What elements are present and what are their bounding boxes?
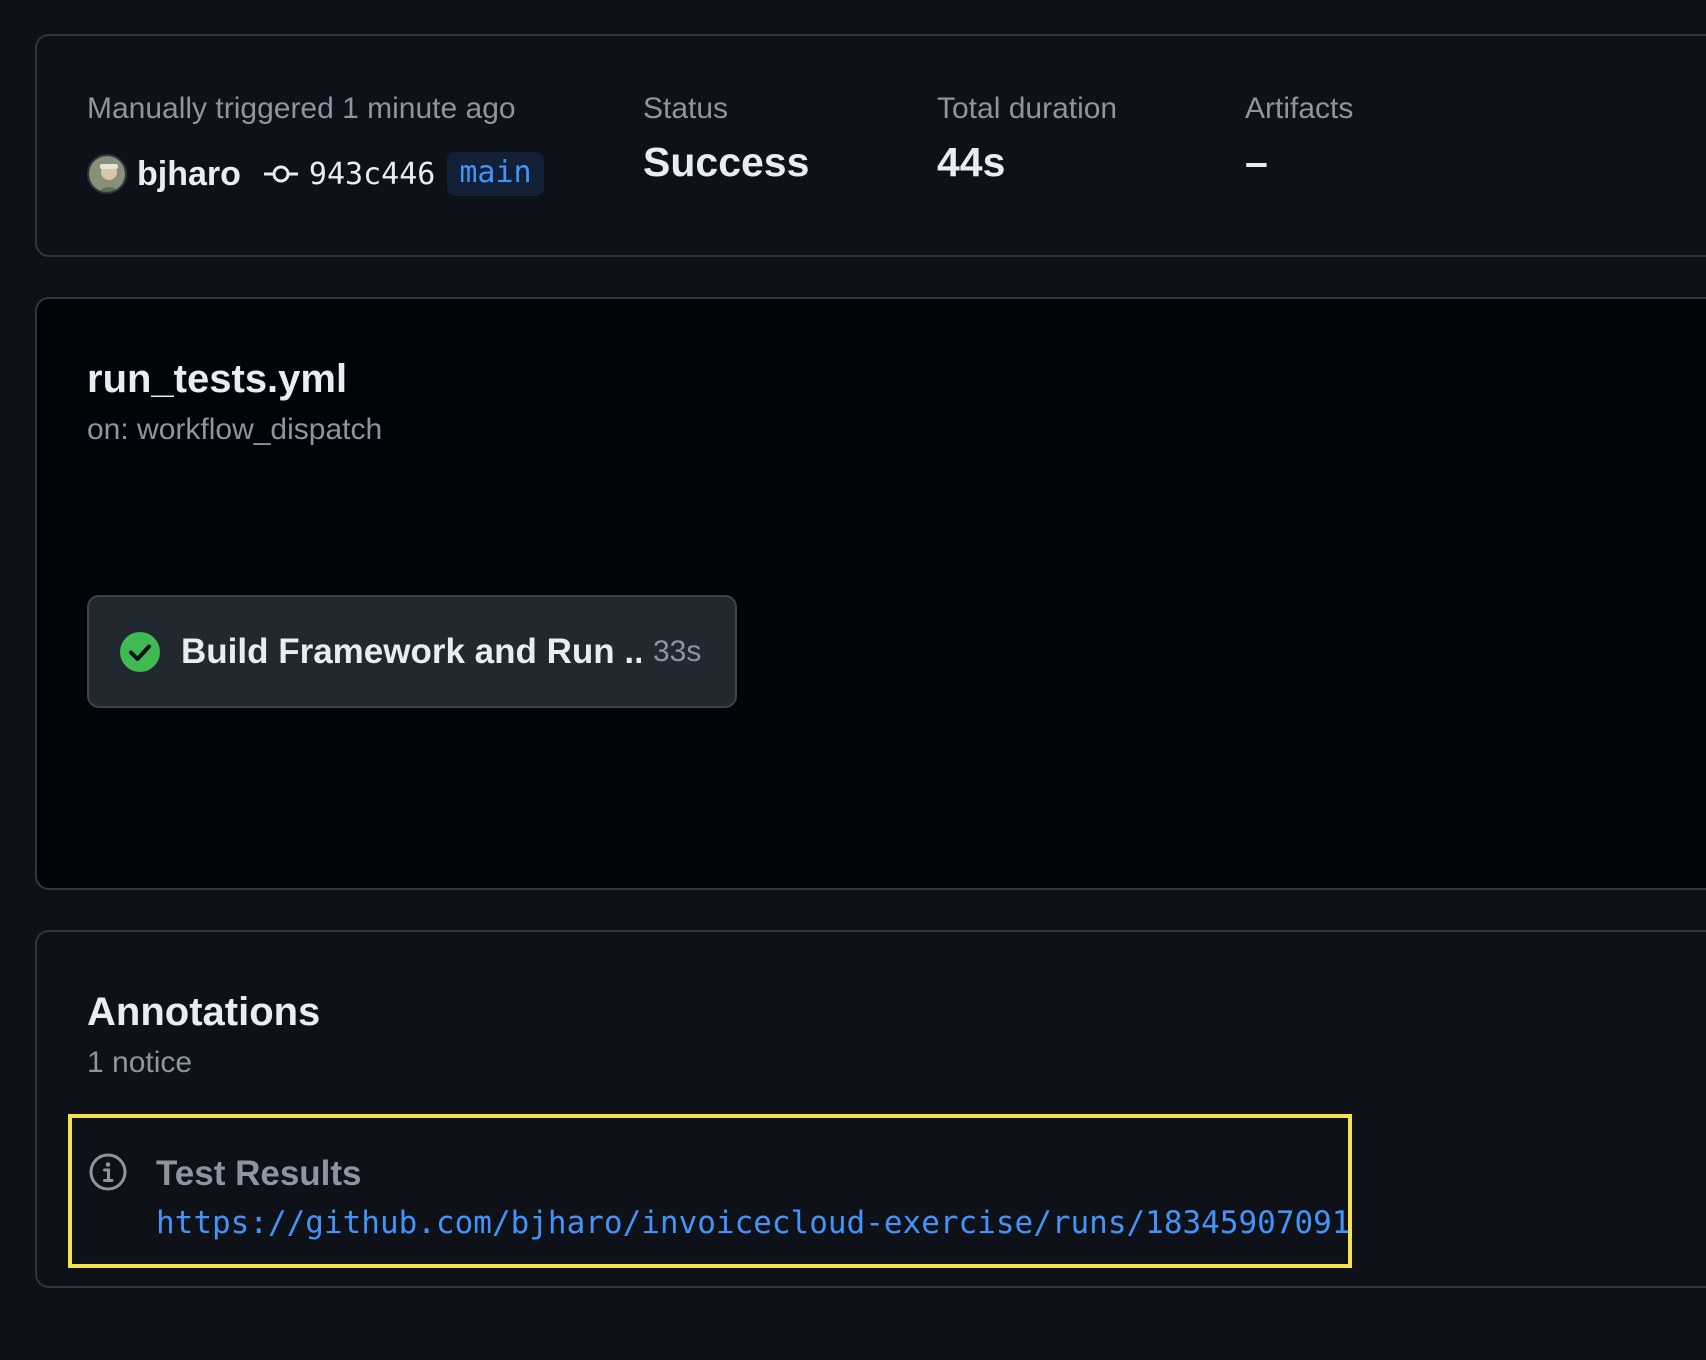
status-value: Success	[643, 139, 810, 185]
duration-label: Total duration	[937, 92, 1118, 125]
status-label: Status	[643, 92, 729, 125]
artifacts-value: –	[1245, 139, 1268, 185]
workflow-graph-card: run_tests.yml on: workflow_dispatch Buil…	[35, 297, 1706, 890]
actor-username[interactable]: bjharo	[137, 155, 241, 194]
notice-title: Test Results	[156, 1154, 362, 1193]
annotation-notice: Test Results https://github.com/bjharo/i…	[68, 1114, 1352, 1268]
status-column: Status	[643, 94, 728, 124]
annotations-card: Annotations 1 notice Test Results https:…	[35, 930, 1706, 1288]
job-name: Build Framework and Run ...	[181, 631, 641, 671]
check-circle-icon	[120, 631, 160, 672]
artifacts-label: Artifacts	[1245, 92, 1354, 125]
duration-value: 44s	[937, 139, 1006, 185]
annotations-count: 1 notice	[87, 1046, 193, 1079]
run-summary-card: Manually triggered 1 minute ago bjharo 9…	[35, 34, 1706, 257]
job-duration: 33s	[653, 634, 702, 668]
annotations-title: Annotations	[87, 990, 321, 1034]
workflow-trigger: on: workflow_dispatch	[87, 413, 383, 446]
artifacts-column: Artifacts	[1245, 94, 1353, 124]
job-card-build-framework[interactable]: Build Framework and Run ... 33s	[87, 595, 737, 708]
git-commit-icon	[263, 165, 298, 183]
commit-sha-link[interactable]: 943c446	[309, 157, 435, 192]
trigger-text: Manually triggered 1 minute ago	[87, 92, 516, 125]
branch-badge[interactable]: main	[447, 152, 544, 196]
avatar[interactable]	[87, 154, 127, 194]
test-results-link[interactable]: https://github.com/bjharo/invoicecloud-e…	[156, 1206, 1350, 1240]
trigger-details: bjharo 943c446 main	[87, 151, 544, 197]
duration-column: Total duration	[937, 94, 1117, 124]
trigger-info: Manually triggered 1 minute ago	[87, 94, 516, 124]
workflow-file-title[interactable]: run_tests.yml	[87, 359, 347, 399]
info-icon	[89, 1153, 127, 1191]
